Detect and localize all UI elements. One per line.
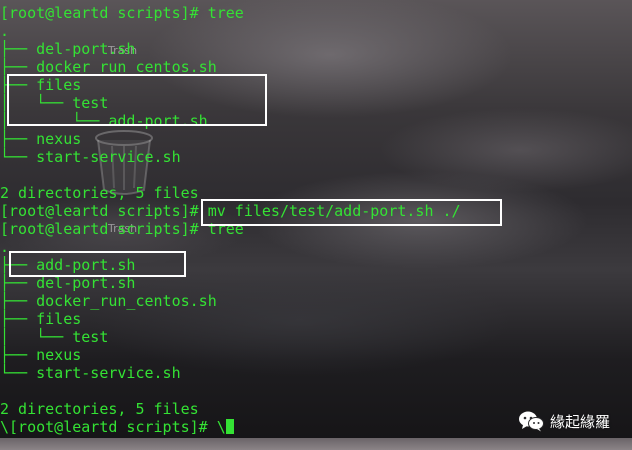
terminal-line-tree-root-1: .: [0, 22, 10, 40]
highlight-box-files-tree: [7, 74, 267, 126]
watermark-text: 緣起緣羅: [550, 412, 611, 431]
terminal-line-tree-entry: ├── del-port.sh: [0, 40, 136, 58]
terminal-line-tree-entry: └── start-service.sh: [0, 148, 181, 166]
terminal-line-tree-entry: └── start-service.sh: [0, 364, 181, 382]
terminal-cursor: [225, 419, 234, 434]
terminal-line-tree-entry: ├── nexus: [0, 130, 82, 148]
terminal-line-tree-entry: │ └── test: [0, 328, 109, 346]
terminal-prompt-text: \[root@leartd scripts]# \: [0, 418, 226, 436]
wechat-icon: [518, 410, 544, 432]
terminal-line-tree-entry: ├── nexus: [0, 346, 82, 364]
terminal-line-tree-entry: ├── docker_run_centos.sh: [0, 292, 217, 310]
watermark: 緣起緣羅: [518, 410, 610, 432]
highlight-box-add-port: [9, 251, 186, 277]
terminal-line-command-tree-1: [root@leartd scripts]# tree: [0, 4, 244, 22]
terminal-line-tree-entry: ├── files: [0, 310, 82, 328]
highlight-box-mv-command: [201, 199, 502, 226]
